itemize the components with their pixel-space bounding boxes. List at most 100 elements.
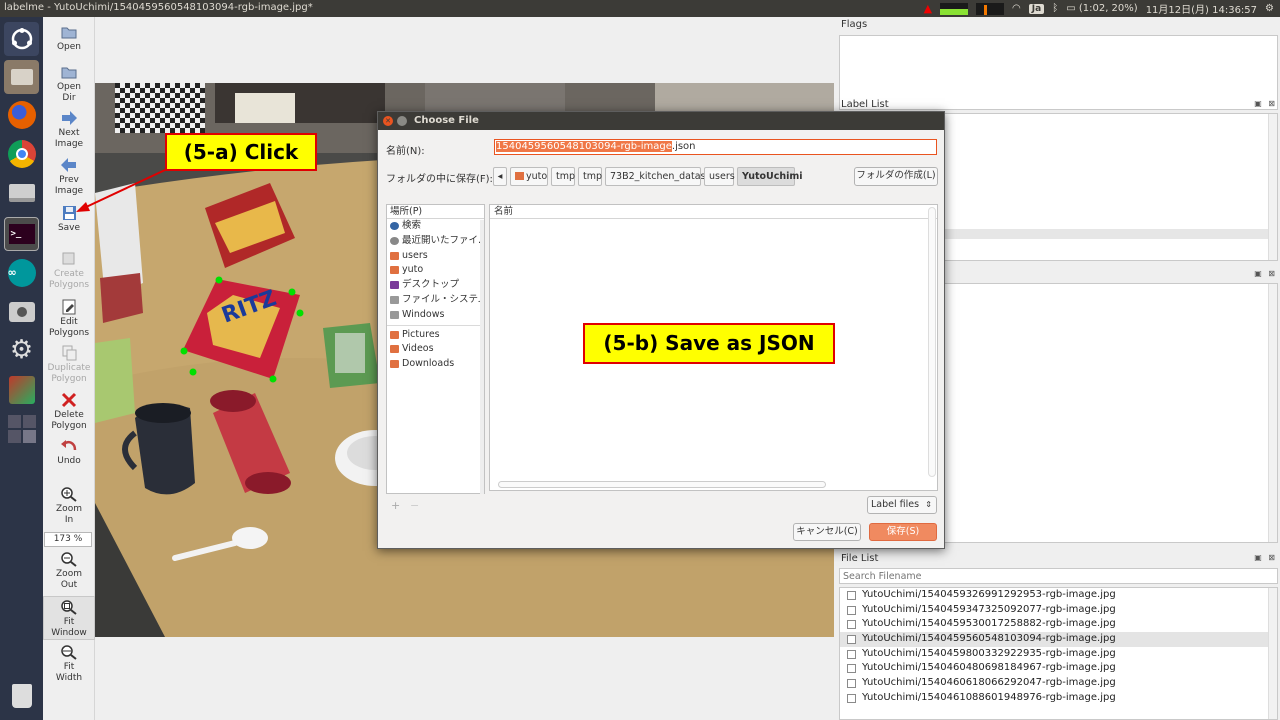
place-item[interactable]: users [387,249,484,264]
breadcrumb-item[interactable]: 73B2_kitchen_dataset [605,167,715,186]
file-filter-select[interactable]: Label files ⇕ [867,496,937,514]
chrome-icon[interactable] [4,137,39,171]
save-button-dialog[interactable]: 保存(S) [869,523,937,541]
arduino-icon[interactable]: ∞ [4,256,39,290]
clock[interactable]: 11月12日(月) 14:36:57 [1146,1,1257,16]
bluetooth-icon[interactable]: ᛒ [1052,3,1058,14]
create-polygons-button[interactable]: Create Polygons [43,251,95,291]
gear-icon[interactable]: ⚙ [1265,3,1274,14]
breadcrumb-item[interactable]: tmp [578,167,602,186]
fit-width-button[interactable]: Fit Width [43,644,95,684]
flags-title: Flags [841,19,868,30]
terminal-icon[interactable]: >_ [4,217,39,251]
place-item[interactable]: 検索 [387,219,484,234]
place-item[interactable]: Videos [387,342,484,357]
places-header: 場所(P) [387,205,484,219]
workspace-switcher-icon[interactable] [4,412,39,446]
wifi-icon[interactable]: ◠ [1012,3,1021,14]
dock-float-close-icon[interactable]: ▣ ⊠ [1254,553,1277,562]
fit-width-icon [61,645,77,660]
places-panel[interactable]: 場所(P) 検索 最近開いたファイ... users yuto デスクトップ ファイル・シ… [386,204,485,494]
polygon-labels-scrollbar[interactable] [1268,284,1277,542]
file-checkbox[interactable] [847,679,856,689]
file-list-item[interactable]: YutoUchimi/1540459800332922935-rgb-image… [840,647,1277,662]
breadcrumb-item[interactable]: users [704,167,735,186]
create-polygon-icon [62,252,75,265]
open-dir-button[interactable]: Open Dir [43,64,95,104]
dialog-titlebar[interactable]: ✕ Choose File [378,112,944,130]
maximize-icon[interactable] [397,116,407,126]
places-scrollbar[interactable] [480,220,484,494]
zoom-value-field[interactable]: 173 % [44,532,92,547]
screenshot-icon[interactable] [4,295,39,329]
battery-indicator[interactable]: ▭ (1:02, 20%) [1066,3,1137,14]
open-button[interactable]: Open [43,24,95,53]
firefox-icon[interactable] [4,98,39,132]
undo-button[interactable]: Undo [43,438,95,467]
file-checkbox[interactable] [847,664,856,674]
dock-float-close-icon[interactable]: ▣ ⊠ [1254,99,1277,108]
file-list-item[interactable]: YutoUchimi/1540459326991292953-rgb-image… [840,588,1277,603]
edit-pencil-icon [62,299,76,315]
file-list-scrollbar[interactable] [1268,588,1277,719]
ubuntu-dash-icon[interactable] [4,22,39,56]
file-list-item[interactable]: YutoUchimi/1540461088601948976-rgb-image… [840,691,1277,706]
place-item[interactable]: デスクトップ [387,278,484,293]
file-list-item[interactable]: YutoUchimi/1540460618066292047-rgb-image… [840,676,1277,691]
label-list-scrollbar[interactable] [1268,114,1277,260]
file-checkbox[interactable] [847,649,856,659]
breadcrumb-back-button[interactable]: ◂ [493,167,507,186]
place-item[interactable]: Windows [387,308,484,323]
zoom-out-button[interactable]: Zoom Out [43,551,95,591]
launcher: >_ ∞ ⚙ [0,17,43,720]
image-app-icon[interactable] [4,373,39,407]
remove-place-icon[interactable]: − [410,499,419,512]
file-list-item[interactable]: YutoUchimi/1540460480698184967-rgb-image… [840,661,1277,676]
add-place-icon[interactable]: + [391,499,400,512]
breadcrumb-item[interactable]: YutoUchimi [737,167,803,186]
zoom-in-button[interactable]: Zoom In [43,486,95,526]
file-list-item[interactable]: YutoUchimi/1540459530017258882-rgb-image… [840,617,1277,632]
folder-open-icon [61,67,77,79]
next-image-button[interactable]: Next Image [43,110,95,150]
file-list-item[interactable]: YutoUchimi/1540459347325092077-rgb-image… [840,603,1277,618]
place-item[interactable]: ファイル・システム [387,293,484,308]
delete-polygon-button[interactable]: Delete Polygon [43,392,95,432]
file-checkbox[interactable] [847,591,856,600]
trash-icon[interactable] [4,679,39,713]
file-checkbox[interactable] [847,620,856,630]
drive-icon[interactable] [4,176,39,210]
breadcrumb-item[interactable]: tmp [551,167,575,186]
warning-icon[interactable]: ▲ [924,2,932,15]
place-item[interactable]: yuto [387,263,484,278]
home-folder-icon [390,266,399,275]
breadcrumb-item[interactable]: yuto [510,167,548,186]
click-callout: (5-a) Click [165,133,317,171]
filename-input[interactable]: 1540459560548103094-rgb-image.json [494,139,937,155]
duplicate-polygon-button[interactable]: Duplicate Polygon [43,345,95,385]
file-checkbox[interactable] [847,635,856,645]
fit-window-button[interactable]: Fit Window [43,596,95,640]
dock-float-close-icon[interactable]: ▣ ⊠ [1254,269,1277,278]
file-list-item[interactable]: YutoUchimi/1540459560548103094-rgb-image… [840,632,1277,647]
battery-icon: ▭ [1066,3,1076,14]
flags-panel[interactable] [839,35,1278,110]
filelist-hscrollbar[interactable] [498,481,826,488]
place-item[interactable]: Downloads [387,357,484,372]
search-filename-input[interactable] [839,568,1278,584]
zoom-in-icon [61,487,77,502]
file-manager-icon[interactable] [4,60,39,94]
place-item[interactable]: 最近開いたファイ... [387,234,484,249]
file-list-panel[interactable]: YutoUchimi/1540459326991292953-rgb-image… [839,587,1278,720]
file-checkbox[interactable] [847,605,856,615]
ime-indicator[interactable]: Ja [1028,3,1045,14]
edit-polygons-button[interactable]: Edit Polygons [43,299,95,339]
create-folder-button[interactable]: フォルダの作成(L) [854,167,938,186]
filelist-vscrollbar[interactable] [928,207,936,477]
filelist-name-column[interactable]: 名前 [490,205,937,219]
settings-icon[interactable]: ⚙ [4,333,39,367]
file-checkbox[interactable] [847,693,856,703]
place-item[interactable]: Pictures [387,328,484,343]
cancel-button[interactable]: キャンセル(C) [793,523,861,541]
close-icon[interactable]: ✕ [383,116,393,126]
